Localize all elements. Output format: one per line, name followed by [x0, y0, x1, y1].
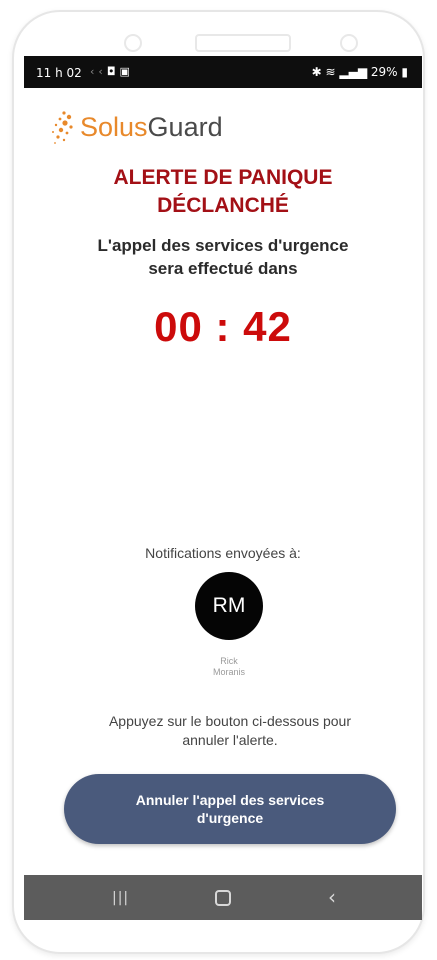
missed-call-icon-2: ‹ — [98, 65, 107, 78]
alert-title-line1: ALERTE DE PANIQUE — [113, 166, 333, 189]
status-right: ✱ ≋ ▂▄▆ 29% ▮ — [312, 65, 408, 79]
sensor-icon — [340, 34, 358, 52]
cancel-instruction: Appuyez sur le bouton ci-dessous pour an… — [54, 712, 406, 750]
logo-wordmark: SolusGuard — [80, 112, 223, 143]
panic-alert-title: ALERTE DE PANIQUE DÉCLANCHÉ — [24, 164, 422, 220]
cancel-emergency-call-button[interactable]: Annuler l'appel des services d'urgence — [64, 774, 396, 844]
contact-first-name: Rick — [220, 656, 238, 666]
app-notification-icon: ◘ — [106, 65, 120, 78]
subtitle-line1: L'appel des services d'urgence — [97, 236, 349, 255]
android-nav-bar: ||| ‹ — [24, 875, 422, 920]
app-content: SolusGuard ALERTE DE PANIQUE DÉCLANCHÉ L… — [24, 88, 422, 875]
countdown-timer: 00 : 42 — [154, 303, 292, 350]
logo-dots-icon — [52, 111, 73, 144]
speaker-grille — [195, 34, 291, 52]
notification-icons: ‹‹◘▣ — [90, 65, 134, 78]
signal-icon: ▂▄▆ — [339, 65, 368, 79]
contact-last-name: Moranis — [212, 667, 245, 677]
logo-solus: Solus — [80, 112, 148, 142]
alert-title-line2: DÉCLANCHÉ — [157, 194, 289, 217]
notifications-sent-label: Notifications envoyées à: — [145, 545, 301, 561]
logo-guard: Guard — [147, 112, 223, 142]
recent-apps-icon[interactable]: ||| — [112, 890, 129, 906]
battery-icon: ▮ — [401, 65, 408, 79]
battery-percentage: 29% — [370, 65, 398, 79]
status-bar: 11 h 02 ‹‹◘▣ ✱ ≋ ▂▄▆ 29% ▮ — [24, 56, 422, 88]
back-icon[interactable]: ‹ — [328, 885, 336, 909]
subtitle-line2: sera effectué dans — [148, 259, 298, 278]
wifi-icon: ≋ — [325, 65, 336, 79]
emergency-call-subtitle: L'appel des services d'urgence sera effe… — [24, 234, 422, 280]
bluetooth-icon: ✱ — [311, 65, 322, 79]
status-time: 11 h 02 — [36, 66, 82, 80]
image-notification-icon: ▣ — [119, 65, 134, 78]
instruction-line1: Appuyez sur le bouton ci-dessous pour — [108, 713, 352, 729]
contact-avatar[interactable]: RM — [195, 572, 263, 640]
phone-screen: 11 h 02 ‹‹◘▣ ✱ ≋ ▂▄▆ 29% ▮ SolusGuard AL… — [24, 56, 422, 920]
instruction-line2: annuler l'alerte. — [182, 732, 278, 748]
home-icon[interactable] — [215, 890, 231, 906]
front-camera-icon — [124, 34, 142, 52]
